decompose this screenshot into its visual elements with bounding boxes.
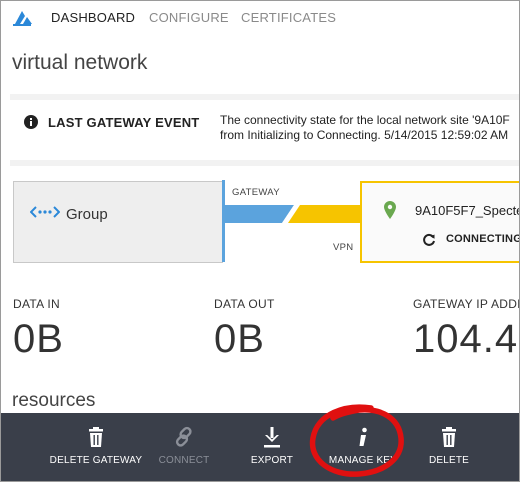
- stat-data-out: DATA OUT 0B: [214, 297, 275, 361]
- stat-gateway-ip: GATEWAY IP ADDRE 104.47.: [413, 297, 519, 361]
- trash-icon: [89, 427, 103, 447]
- command-label: CONNECT: [158, 455, 210, 466]
- gateway-label: GATEWAY: [232, 187, 280, 198]
- vpn-label: VPN: [333, 242, 354, 253]
- connection-status: CONNECTING: [446, 233, 520, 245]
- gateway-event-content: LAST GATEWAY EVENT The connectivity stat…: [10, 100, 519, 160]
- manage-key-button[interactable]: MANAGE KEY: [323, 413, 403, 481]
- export-button[interactable]: EXPORT: [241, 413, 303, 481]
- event-message: The connectivity state for the local net…: [220, 113, 510, 143]
- delete-gateway-button[interactable]: DELETE GATEWAY: [46, 413, 146, 481]
- download-icon: [264, 427, 280, 448]
- event-message-line-1: The connectivity state for the local net…: [220, 113, 510, 127]
- info-icon: [24, 115, 38, 129]
- local-network-site-node[interactable]: 9A10F5F7_Specte CONNECTING: [360, 181, 520, 263]
- page-title: virtual network: [12, 51, 148, 74]
- connect-button[interactable]: CONNECT: [149, 413, 219, 481]
- tab-dashboard[interactable]: DASHBOARD: [51, 10, 135, 25]
- command-label: MANAGE KEY: [328, 455, 398, 466]
- refresh-icon: [423, 233, 435, 246]
- command-bar: DELETE GATEWAY CONNECT EXPORT MANAGE KEY…: [1, 413, 519, 481]
- command-label: EXPORT: [250, 455, 294, 466]
- stat-data-in: DATA IN 0B: [13, 297, 63, 361]
- azure-cloud-icon[interactable]: [11, 8, 33, 28]
- virtual-network-name: Group: [66, 206, 108, 223]
- delete-button[interactable]: DELETE: [419, 413, 479, 481]
- stat-label: DATA IN: [13, 297, 60, 311]
- trash-icon: [442, 427, 456, 447]
- gateway-event-panel: LAST GATEWAY EVENT The connectivity stat…: [10, 94, 519, 166]
- resources-heading: resources: [12, 390, 96, 411]
- info-icon: [359, 427, 367, 446]
- tab-configure[interactable]: CONFIGURE: [149, 10, 229, 25]
- tab-certificates[interactable]: CERTIFICATES: [241, 10, 336, 25]
- command-label: DELETE GATEWAY: [49, 455, 143, 466]
- stat-value: 0B: [13, 317, 64, 361]
- virtual-network-icon: [30, 206, 60, 218]
- stat-label: GATEWAY IP ADDRE: [413, 297, 519, 311]
- virtual-network-node[interactable]: Group: [13, 181, 223, 263]
- stat-label: DATA OUT: [214, 297, 275, 311]
- event-label: LAST GATEWAY EVENT: [48, 115, 200, 130]
- stat-value: 0B: [214, 317, 265, 361]
- link-icon: [175, 426, 192, 447]
- connectivity-diagram: Group GATEWAY VPN 9A10F5F7_Specte CONNEC…: [1, 175, 520, 267]
- command-label: DELETE: [428, 455, 470, 466]
- top-nav: DASHBOARD CONFIGURE CERTIFICATES: [1, 1, 519, 35]
- app-window: DASHBOARD CONFIGURE CERTIFICATES virtual…: [0, 0, 520, 482]
- location-pin-icon: [384, 201, 396, 219]
- event-message-line-2: from Initializing to Connecting. 5/14/20…: [220, 128, 509, 142]
- local-site-name: 9A10F5F7_Specte: [415, 203, 520, 218]
- stat-value: 104.47.: [413, 317, 519, 361]
